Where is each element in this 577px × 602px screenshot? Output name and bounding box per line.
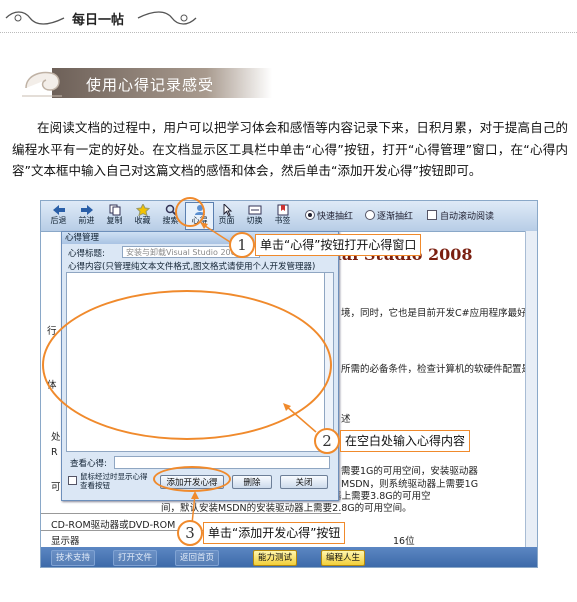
back-arrow-icon: [52, 205, 65, 215]
header-title: 每日一帖: [72, 13, 125, 28]
copy-button[interactable]: 复制: [101, 203, 128, 229]
bookmark-button[interactable]: 书签: [269, 203, 296, 229]
callout-arrow-2: [283, 403, 317, 433]
close-button[interactable]: 关闭: [280, 475, 328, 489]
doc-fragment: R: [51, 447, 58, 458]
copy-icon: [109, 204, 120, 216]
forward-label: 前进: [78, 216, 95, 225]
body-paragraph: 在阅读文档的过程中，用户可以把学习体会和感悟等内容记录下来，日积月累，对于提高自…: [12, 120, 568, 178]
doc-table-cell: CD-ROM驱动器或DVD-ROM: [51, 520, 176, 531]
step-number-3: 3: [177, 520, 203, 546]
gradual-highlight-label: 逐渐抽红: [377, 212, 414, 222]
section-title: 使用心得记录感受: [86, 76, 215, 94]
step-number-1: 1: [229, 232, 255, 258]
auto-scroll-label: 自动滚动阅读: [440, 212, 495, 222]
header-divider: [0, 32, 577, 33]
favorite-button[interactable]: 收藏: [129, 203, 156, 229]
bottom-taskbar: 技术支持 打开文件 返回首页 能力测试 编程人生: [41, 547, 537, 567]
view-note-label: 查看心得:: [70, 459, 107, 469]
callout-arrow-1: [200, 222, 231, 243]
switch-icon: [248, 205, 261, 215]
back-button[interactable]: 后退: [45, 203, 72, 229]
note-title-label: 心得标题:: [68, 249, 105, 259]
bookmark-label: 书签: [274, 216, 291, 225]
forward-arrow-icon: [80, 205, 93, 215]
ability-test-button[interactable]: 能力测试: [253, 550, 298, 566]
doc-table-cell: 16位: [393, 536, 415, 547]
copy-label: 复制: [106, 216, 123, 225]
switch-button[interactable]: 切换: [241, 203, 268, 229]
document-scrollbar[interactable]: [525, 231, 537, 547]
doc-line: 述: [341, 414, 351, 425]
reader-toolbar: 后退 前进 复制 收藏 搜索 心得 页面 切换 书签 快速抽红 逐渐抽红 自动滚…: [41, 201, 537, 232]
view-note-select[interactable]: [114, 456, 330, 469]
fast-highlight-radio[interactable]: [305, 210, 315, 220]
doc-line: 所需的必备条件，检查计算机的软硬件配置是: [341, 364, 532, 375]
programming-life-button[interactable]: 编程人生: [321, 550, 366, 566]
add-button-highlight: [153, 466, 231, 492]
delete-button[interactable]: 删除: [232, 475, 272, 489]
doc-fragment: 处: [51, 432, 61, 443]
gradual-highlight-radio[interactable]: [365, 210, 375, 220]
switch-label: 切换: [246, 216, 263, 225]
favorite-label: 收藏: [134, 216, 151, 225]
show-view-button-checkbox[interactable]: [68, 476, 77, 485]
home-button[interactable]: 返回首页: [175, 550, 220, 566]
ornament-right-icon: [137, 11, 197, 25]
doc-table-cell: 显示器: [51, 536, 80, 547]
step-number-2: 2: [314, 428, 340, 454]
doc-fragment: 可: [51, 482, 61, 493]
open-file-button[interactable]: 打开文件: [113, 550, 158, 566]
cursor-icon: [223, 204, 232, 216]
forward-button[interactable]: 前进: [73, 203, 100, 229]
auto-scroll-checkbox[interactable]: [427, 210, 437, 220]
callout-2: 在空白处输入心得内容: [340, 430, 471, 452]
star-icon: [135, 204, 150, 216]
fast-highlight-label: 快速抽红: [317, 212, 354, 222]
callout-3: 单击“添加开发心得”按钮: [203, 522, 346, 544]
note-content-label: 心得内容(只管理纯文本文件格式,图文格式请使用个人开发管理器): [68, 262, 316, 272]
show-view-button-label: 鼠标经过时显示心得查看按钮: [80, 472, 148, 490]
doc-line: 需要1G的可用空间，安装驱动器: [341, 466, 478, 477]
doc-line: 境，同时，它也是目前开发C#应用程序最好的: [341, 308, 537, 319]
ornament-left-icon: [5, 11, 65, 25]
bookmark-icon: [277, 204, 288, 216]
callout-1: 单击“心得”按钮打开心得窗口: [255, 234, 422, 256]
tech-support-button[interactable]: 技术支持: [51, 550, 96, 566]
back-label: 后退: [50, 216, 67, 225]
